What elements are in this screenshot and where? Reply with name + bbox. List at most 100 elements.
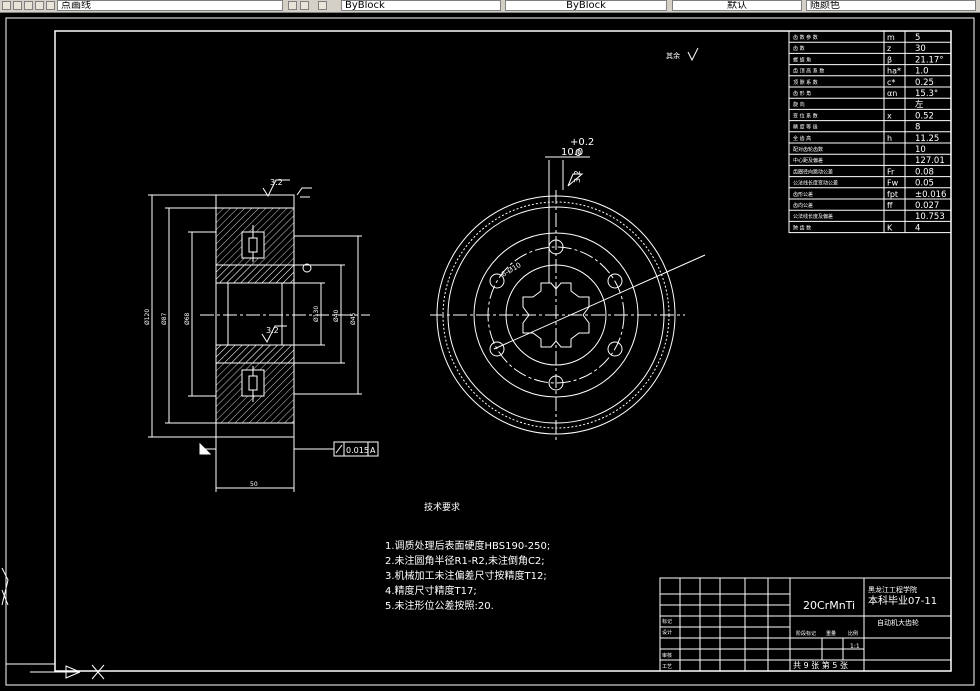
- ucs-y-icon: [1, 567, 9, 606]
- param-name: 齿向公差: [793, 202, 813, 209]
- dim-dia-4: Ø40: [333, 309, 340, 322]
- param-name: 螺 旋 角: [793, 56, 811, 63]
- param-value: 0.05: [915, 179, 934, 189]
- layer-dropdown[interactable]: 点画线: [57, 0, 283, 11]
- cad-drawing[interactable]: 3.2 3.2 0.015 A 50 Ø120 Ø87 Ø68 Ø45 Ø40 …: [0, 12, 980, 691]
- param-value: 0.52: [915, 111, 934, 121]
- param-name: 齿形公差: [793, 191, 813, 198]
- param-value: 15.3°: [915, 89, 938, 99]
- param-value: 10: [915, 145, 926, 155]
- roughness-other-symbol: [687, 47, 699, 62]
- tech-title: 技术要求: [424, 501, 460, 513]
- param-value: 5: [915, 33, 920, 43]
- school-name: 黑龙江工程学院: [868, 585, 917, 594]
- material-label: 20CrMnTi: [803, 599, 855, 612]
- param-value: 30: [915, 44, 926, 54]
- tb-row-1: 设计: [662, 629, 672, 636]
- param-value: 11.25: [915, 134, 939, 144]
- lightbulb-icon[interactable]: [13, 1, 22, 10]
- param-symbol: fpt: [887, 190, 898, 199]
- keyway-tolerance-lower: 0: [575, 148, 581, 159]
- linetype-dropdown-value: ByBlock: [566, 0, 606, 11]
- param-symbol: m: [887, 33, 895, 42]
- dim-dia-0: Ø120: [144, 309, 151, 325]
- lock-icon[interactable]: [35, 1, 44, 10]
- param-symbol: αn: [887, 89, 897, 98]
- param-name: 中心距及偏差: [793, 157, 823, 164]
- param-symbol: K: [887, 223, 893, 232]
- tb-row-3: 工艺: [662, 664, 672, 670]
- param-name: 齿 形 角: [793, 90, 811, 97]
- tb-row-0: 标记: [662, 618, 672, 625]
- gear-parameter-table: 齿 数 参 数 m 5 齿 数 z 30 螺 旋 角 β 21.17° 齿 顶 高 系 数 ha* 1…: [788, 30, 952, 233]
- linetype-dropdown[interactable]: ByBlock: [505, 0, 667, 11]
- sheet-info: 共 9 张 第 5 张: [793, 660, 848, 670]
- tb-col-2: 比例: [848, 630, 858, 637]
- datum-label: A: [370, 446, 376, 455]
- make-current-icon[interactable]: [288, 1, 297, 10]
- section-view: [148, 179, 379, 492]
- param-name: 齿圈径向跳动公差: [793, 168, 833, 175]
- sun-icon[interactable]: [24, 1, 33, 10]
- param-symbol: ff: [887, 201, 893, 210]
- tech-note: 1.调质处理后表面硬度HBS190-250;: [385, 539, 550, 552]
- lineweight-dropdown[interactable]: 默认: [672, 0, 802, 11]
- plotstyle-dropdown[interactable]: 随颜色: [806, 0, 976, 11]
- lineweight-dropdown-value: 默认: [727, 0, 747, 11]
- tech-note: 4.精度尺寸精度T17;: [385, 584, 477, 597]
- param-value: 21.17°: [915, 55, 944, 65]
- roughness-mid-label: 3.2: [266, 326, 279, 335]
- part-name: 自动机大齿轮: [877, 618, 919, 627]
- param-symbol: z: [887, 44, 891, 53]
- param-symbol: Fr: [887, 167, 895, 176]
- param-value: 0.08: [915, 167, 934, 177]
- param-name: 全 齿 高: [793, 135, 811, 142]
- layer-previous-icon[interactable]: [300, 1, 309, 10]
- layers-icon[interactable]: [318, 1, 327, 10]
- plotstyle-dropdown-value: 随颜色: [810, 0, 840, 11]
- dim-dia-5: Ø130: [313, 306, 320, 322]
- width-dimension: 50: [250, 481, 258, 488]
- dim-dia-2: Ø68: [184, 312, 191, 325]
- param-name: 精 度 等 级: [793, 124, 818, 131]
- param-name: 旋 向: [793, 101, 805, 108]
- param-name: 配对齿轮齿数: [793, 146, 823, 153]
- dim-dia-3: Ø45: [350, 312, 357, 325]
- tech-notes: 1.调质处理后表面硬度HBS190-250; 2.未注圆角半径R1-R2,未注倒角…: [385, 539, 550, 612]
- param-value: 0.25: [915, 78, 934, 88]
- param-name: 公法线长度变动公差: [793, 180, 838, 187]
- param-name: 齿 数: [793, 45, 805, 52]
- color-dropdown-value: ByBlock: [345, 0, 385, 11]
- color-dropdown[interactable]: ByBlock: [341, 0, 501, 11]
- param-value: ±0.016: [915, 190, 946, 200]
- tb-col-0: 阶段标记: [796, 630, 816, 637]
- tb-row-2: 审核: [662, 652, 672, 659]
- tech-note: 3.机械加工未注偏差尺寸按精度T12;: [385, 569, 547, 582]
- param-value: 8: [915, 123, 920, 133]
- front-view: [430, 156, 706, 440]
- param-value: 4: [915, 223, 920, 233]
- param-value: 左: [915, 99, 924, 110]
- param-name: 齿 顶 高 系 数: [793, 68, 824, 75]
- tech-note: 5.未注形位公差按照:20.: [385, 599, 494, 612]
- param-symbol: β: [887, 55, 892, 64]
- tolerance-value: 0.015: [346, 446, 369, 455]
- layer-state-icon[interactable]: [2, 1, 11, 10]
- param-name: 公法线长度及偏差: [793, 213, 833, 220]
- roughness-keyway-label: 3.2: [573, 170, 582, 183]
- roughness-other-label: 其余: [666, 51, 680, 60]
- param-name: 变 位 系 数: [793, 112, 818, 119]
- param-name: 齿 数 参 数: [793, 34, 818, 41]
- param-symbol: Fw: [887, 179, 899, 188]
- layer-dropdown-value: 点画线: [61, 0, 91, 11]
- param-symbol: c*: [887, 78, 895, 87]
- param-name: 跨 齿 数: [793, 224, 811, 231]
- keyway-tolerance-upper: +0.2: [570, 137, 594, 148]
- roughness-top-label: 3.2: [270, 178, 283, 187]
- color-square-icon[interactable]: [46, 1, 55, 10]
- tb-col-1: 重量: [826, 630, 836, 637]
- param-value: 127.01: [915, 156, 945, 166]
- param-symbol: h: [887, 134, 892, 143]
- drawing-number: 本科毕业07-11: [868, 594, 937, 607]
- ucs-x-icon: [91, 664, 105, 680]
